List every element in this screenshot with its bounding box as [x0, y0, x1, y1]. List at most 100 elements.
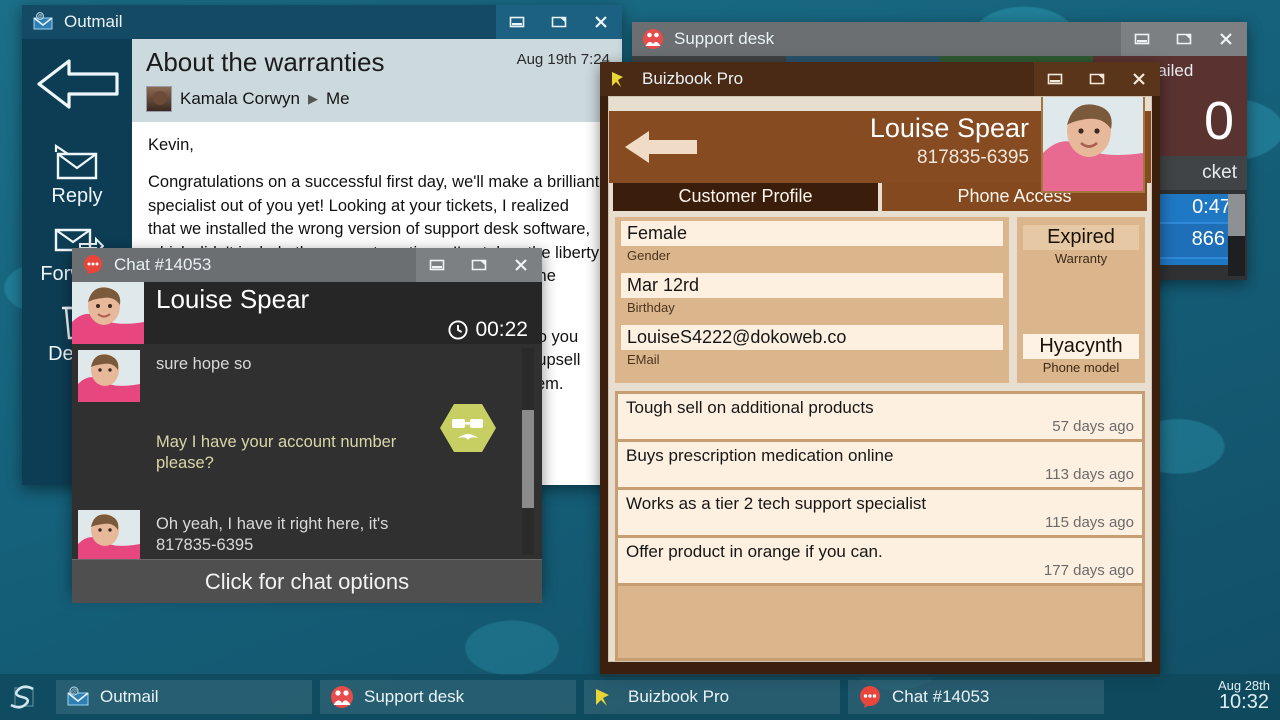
outmail-icon: @: [66, 685, 90, 709]
taskbar-item-chat[interactable]: Chat #14053: [848, 680, 1104, 714]
taskbar-item-support-desk-label: Support desk: [364, 687, 465, 706]
svg-text:@: @: [37, 14, 42, 20]
note-item[interactable]: Buys prescription medication online 113 …: [618, 442, 1142, 490]
message-text: May I have your account number please?: [156, 433, 397, 472]
note-age: 113 days ago: [1045, 466, 1134, 483]
buizbook-icon: [610, 68, 632, 90]
minimize-button[interactable]: [496, 5, 538, 39]
message-greeting: Kevin,: [148, 136, 194, 154]
restore-button[interactable]: [1076, 62, 1118, 96]
note-text: Works as a tier 2 tech support specialis…: [626, 494, 927, 513]
close-button[interactable]: [1118, 62, 1160, 96]
badge-phone-model: Hyacynth Phone model: [1023, 334, 1139, 375]
restore-button[interactable]: [1163, 22, 1205, 56]
direction-arrow-icon: ▶: [308, 91, 318, 106]
field-email: LouiseS4222@dokoweb.co EMail: [621, 325, 1003, 373]
tab-customer-profile[interactable]: Customer Profile: [613, 181, 878, 211]
note-item[interactable]: Works as a tier 2 tech support specialis…: [618, 490, 1142, 538]
close-button[interactable]: [1205, 22, 1247, 56]
badge-warranty: Expired Warranty: [1023, 225, 1139, 266]
taskbar-item-buizbook[interactable]: Buizbook Pro: [584, 680, 840, 714]
badge-phone-model-value: Hyacynth: [1023, 334, 1139, 359]
chat-titlebar[interactable]: Chat #14053: [72, 248, 542, 282]
taskbar-item-outmail-label: Outmail: [100, 687, 159, 706]
chat-title-text: Chat #14053: [114, 255, 212, 274]
taskbar-item-buizbook-label: Buizbook Pro: [628, 687, 730, 706]
support-desk-window-buttons[interactable]: [1121, 22, 1247, 56]
note-item[interactable]: Tough sell on additional products 57 day…: [618, 394, 1142, 442]
outmail-titlebar[interactable]: @ Outmail: [22, 5, 622, 39]
s-logo-icon[interactable]: [0, 682, 48, 712]
customer-phone: 817835-6395: [917, 147, 1029, 168]
chat-message-log[interactable]: sure hope so May I have your account num…: [72, 344, 542, 559]
message-participants: Kamala Corwyn ▶ Me: [146, 86, 608, 112]
buizbook-icon: [594, 685, 618, 709]
minimize-button[interactable]: [416, 248, 458, 282]
svg-text:@: @: [71, 689, 77, 695]
customer-photo: [1041, 97, 1145, 193]
ticket-count: 0: [1203, 91, 1234, 151]
badge-warranty-value: Expired: [1023, 225, 1139, 250]
note-text: Tough sell on additional products: [626, 398, 874, 417]
support-desk-titlebar[interactable]: Support desk: [632, 22, 1247, 56]
chat-contact-name: Louise Spear: [156, 284, 310, 314]
back-button[interactable]: [22, 55, 132, 118]
tab-customer-profile-label: Customer Profile: [678, 185, 813, 206]
taskbar-item-outmail[interactable]: @ Outmail: [56, 680, 312, 714]
back-arrow-icon: [625, 131, 697, 163]
badge-phone-model-label: Phone model: [1042, 360, 1120, 375]
reply-icon: [54, 143, 98, 180]
customer-name: Louise Spear: [869, 113, 1029, 143]
taskbar[interactable]: @ Outmail Support desk Buizbook Pro Chat…: [0, 674, 1280, 720]
buizbook-window-buttons[interactable]: [1034, 62, 1160, 96]
note-age: 177 days ago: [1043, 562, 1134, 579]
field-birthday: Mar 12rd Birthday: [621, 273, 1003, 321]
chat-message: sure hope so: [72, 344, 542, 402]
chat-timer-value: 00:22: [475, 318, 528, 341]
note-text: Buys prescription medication online: [626, 446, 894, 465]
taskbar-clock: Aug 28th 10:32: [1218, 678, 1270, 714]
buizbook-back-button[interactable]: [623, 127, 703, 172]
restore-button[interactable]: [458, 248, 500, 282]
message-header: About the warranties Aug 19th 7:24 Kamal…: [132, 39, 622, 122]
message-avatar: [78, 350, 140, 402]
restore-button[interactable]: [538, 5, 580, 39]
customer-notes-list[interactable]: Tough sell on additional products 57 day…: [615, 391, 1145, 661]
outmail-window-buttons[interactable]: [496, 5, 622, 39]
chat-options-button[interactable]: Click for chat options: [72, 559, 542, 603]
profile-badges: Expired Warranty Hyacynth Phone model: [1017, 217, 1145, 383]
clock-icon: [448, 320, 468, 340]
taskbar-item-chat-label: Chat #14053: [892, 687, 990, 706]
customer-header: Louise Spear 817835-6395: [609, 97, 1151, 193]
buizbook-titlebar[interactable]: Buizbook Pro: [600, 62, 1160, 96]
note-age: 115 days ago: [1045, 514, 1134, 531]
message-avatar-placeholder: [78, 428, 140, 480]
close-button[interactable]: [500, 248, 542, 282]
support-desk-title-text: Support desk: [674, 29, 775, 48]
buizbook-window[interactable]: Buizbook Pro Louise Spear 817835-6395 Cu…: [600, 62, 1160, 677]
minimize-button[interactable]: [1121, 22, 1163, 56]
minimize-button[interactable]: [1034, 62, 1076, 96]
chat-window[interactable]: Chat #14053 Louise Spear 00:22 sure hope…: [72, 248, 542, 603]
field-gender: Female Gender: [621, 221, 1003, 269]
outmail-icon: @: [32, 11, 54, 33]
taskbar-item-support-desk[interactable]: Support desk: [320, 680, 576, 714]
close-button[interactable]: [580, 5, 622, 39]
reply-button[interactable]: Reply: [22, 143, 132, 208]
chat-icon: [82, 254, 104, 276]
recipient-name: Me: [326, 89, 350, 108]
note-item[interactable]: Offer product in orange if you can. 177 …: [618, 538, 1142, 586]
sender-avatar: [146, 86, 172, 112]
chat-icon: [858, 685, 882, 709]
chat-options-label: Click for chat options: [204, 568, 410, 594]
chat-scrollbar[interactable]: [522, 348, 534, 555]
field-email-label: EMail: [627, 352, 660, 367]
agent-avatar-icon: [440, 402, 496, 454]
ticket-strip-label: cket: [1202, 162, 1237, 183]
message-text: sure hope so: [156, 355, 252, 373]
outmail-title-text: Outmail: [64, 12, 123, 31]
support-desk-scrollbar[interactable]: [1228, 194, 1245, 276]
chat-window-buttons[interactable]: [416, 248, 542, 282]
message-date: Aug 19th 7:24: [516, 51, 610, 68]
profile-fields: Female Gender Mar 12rd Birthday LouiseS4…: [615, 217, 1009, 383]
